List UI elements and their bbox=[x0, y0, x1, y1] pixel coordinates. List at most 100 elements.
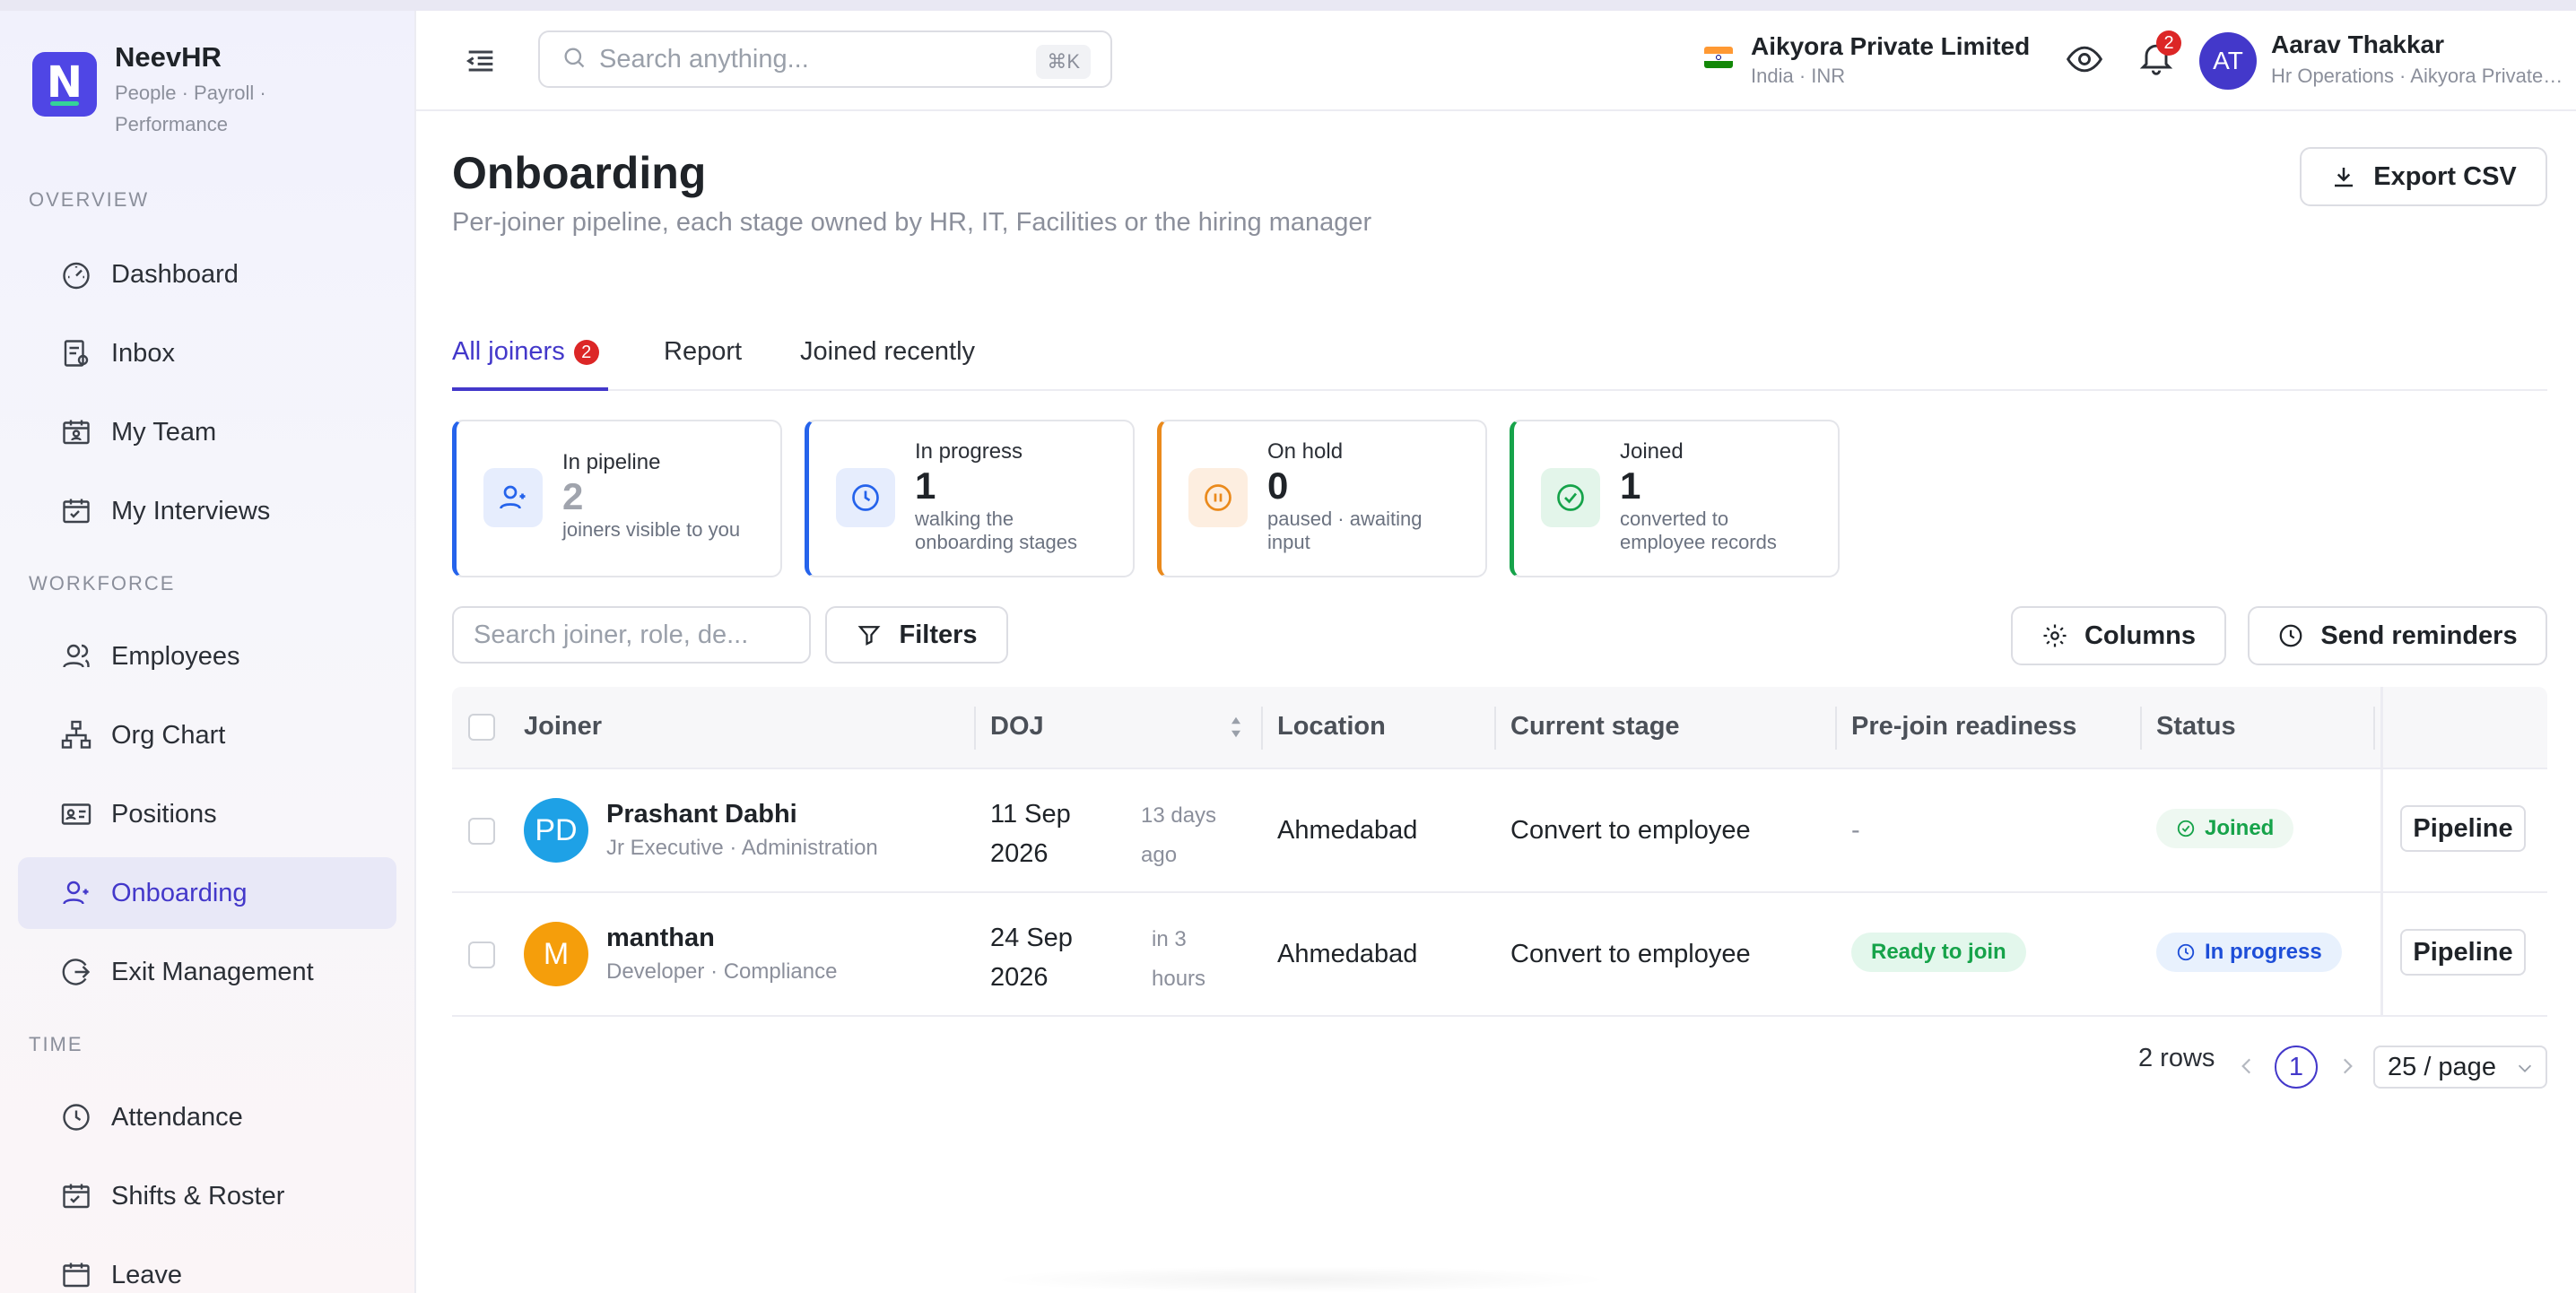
sidebar-item-leave[interactable]: Leave bbox=[18, 1239, 396, 1293]
stat-value: 1 bbox=[1620, 464, 1641, 507]
stat-label: Joined bbox=[1620, 439, 1684, 464]
row-count: 2 rows bbox=[2138, 1044, 2215, 1072]
filters-button[interactable]: Filters bbox=[825, 606, 1008, 664]
column-header-joiner[interactable]: Joiner bbox=[524, 712, 602, 742]
gear-icon bbox=[2043, 624, 2067, 647]
stat-note: paused · awaiting input bbox=[1267, 508, 1423, 553]
page-number-current[interactable]: 1 bbox=[2275, 1046, 2318, 1089]
sidebar-item-label: My Team bbox=[111, 417, 217, 447]
clock-icon bbox=[2280, 624, 2302, 647]
download-icon bbox=[2335, 168, 2354, 187]
tab-joined-recently[interactable]: Joined recently bbox=[800, 337, 975, 367]
stat-card-joined[interactable]: Joined 1 converted to employee records bbox=[1510, 420, 1840, 577]
joiner-search-input[interactable]: Search joiner, role, de... bbox=[452, 606, 811, 664]
pre-join-readiness: - bbox=[1851, 816, 1860, 845]
brand[interactable]: N NeevHR People · Payroll · Performance bbox=[32, 41, 294, 140]
sidebar-item-inbox[interactable]: Inbox bbox=[18, 317, 396, 389]
date-of-joining: 24 Sep 2026 bbox=[990, 924, 1073, 992]
tab-label: All joiners bbox=[452, 337, 565, 366]
global-search-input[interactable]: Search anything... ⌘K bbox=[538, 30, 1112, 88]
page-size-select[interactable]: 25 / page bbox=[2373, 1046, 2547, 1089]
chevron-right-icon[interactable] bbox=[2336, 1054, 2359, 1078]
stat-card-in-progress[interactable]: In progress 1 walking the onboarding sta… bbox=[805, 420, 1135, 577]
tab-all-joiners[interactable]: All joiners 2 bbox=[452, 337, 599, 367]
stat-note: joiners visible to you bbox=[562, 518, 741, 541]
user-menu[interactable]: Aarav Thakkar Hr Operations · Aikyora Pr… bbox=[2271, 30, 2567, 88]
stat-card-in-pipeline[interactable]: In pipeline 2 joiners visible to you bbox=[452, 420, 782, 577]
section-label-workforce: WORKFORCE bbox=[29, 572, 176, 594]
location: Ahmedabad bbox=[1277, 816, 1418, 845]
readiness-label: Ready to join bbox=[1871, 940, 2006, 964]
brand-logo-icon: N bbox=[32, 52, 97, 117]
sticky-column-divider bbox=[2380, 687, 2383, 1017]
sidebar-item-label: Positions bbox=[111, 799, 217, 829]
sidebar-item-dashboard[interactable]: Dashboard bbox=[18, 239, 396, 310]
company-switcher[interactable]: Aikyora Private Limited India · INR bbox=[1704, 32, 2030, 88]
section-label-time: TIME bbox=[29, 1033, 83, 1055]
send-reminders-button[interactable]: Send reminders bbox=[2248, 606, 2547, 665]
clock-icon bbox=[836, 468, 895, 527]
column-divider bbox=[1494, 707, 1496, 750]
check-circle-icon bbox=[2177, 820, 2195, 837]
sidebar-item-attendance[interactable]: Attendance bbox=[18, 1081, 396, 1153]
columns-button[interactable]: Columns bbox=[2011, 606, 2226, 665]
page-subtitle: Per-joiner pipeline, each stage owned by… bbox=[452, 208, 1372, 237]
column-header-location[interactable]: Location bbox=[1277, 712, 1386, 742]
page-size-value: 25 / page bbox=[2388, 1052, 2496, 1081]
table-row[interactable]: PD Prashant Dabhi Jr Executive · Adminis… bbox=[452, 769, 2547, 893]
sidebar-item-positions[interactable]: Positions bbox=[18, 778, 396, 850]
sidebar-item-org-chart[interactable]: Org Chart bbox=[18, 699, 396, 771]
sort-icon[interactable] bbox=[1229, 714, 1243, 745]
status-label: In progress bbox=[2205, 940, 2322, 964]
column-header-pre-join-readiness[interactable]: Pre-join readiness bbox=[1851, 712, 2076, 742]
joiner-search-placeholder: Search joiner, role, de... bbox=[474, 620, 749, 649]
stat-value: 0 bbox=[1267, 464, 1289, 507]
sidebar-item-my-team[interactable]: My Team bbox=[18, 396, 396, 468]
column-header-current-stage[interactable]: Current stage bbox=[1510, 712, 1680, 742]
table-row[interactable]: M manthan Developer · Compliance 24 Sep … bbox=[452, 893, 2547, 1017]
status-badge: In progress bbox=[2156, 933, 2342, 972]
status-badge: Joined bbox=[2156, 809, 2294, 848]
table-header: Joiner DOJ Location Current stage Pre-jo… bbox=[452, 687, 2547, 769]
sidebar-item-exit-management[interactable]: Exit Management bbox=[18, 936, 396, 1008]
sidebar-item-label: My Interviews bbox=[111, 496, 271, 525]
sidebar-item-my-interviews[interactable]: My Interviews bbox=[18, 475, 396, 547]
current-stage: Convert to employee bbox=[1510, 816, 1751, 845]
status-label: Joined bbox=[2205, 816, 2275, 840]
sidebar-item-employees[interactable]: Employees bbox=[18, 620, 396, 692]
stat-card-on-hold[interactable]: On hold 0 paused · awaiting input bbox=[1157, 420, 1487, 577]
column-header-doj[interactable]: DOJ bbox=[990, 712, 1044, 742]
exit-icon bbox=[59, 955, 93, 989]
stat-label: On hold bbox=[1267, 439, 1344, 464]
sidebar-item-onboarding[interactable]: Onboarding bbox=[18, 857, 396, 929]
send-reminders-label: Send reminders bbox=[2320, 620, 2518, 650]
joiner-name[interactable]: manthan bbox=[606, 924, 715, 953]
stat-value: 2 bbox=[562, 475, 584, 517]
chevron-left-icon[interactable] bbox=[2235, 1054, 2258, 1078]
eye-icon[interactable] bbox=[2065, 39, 2104, 79]
sidebar-item-label: Shifts & Roster bbox=[111, 1181, 285, 1211]
sidebar-item-shifts-roster[interactable]: Shifts & Roster bbox=[18, 1160, 396, 1232]
export-csv-label: Export CSV bbox=[2373, 161, 2517, 191]
joiner-role: Developer · Compliance bbox=[606, 959, 838, 984]
row-checkbox[interactable] bbox=[468, 942, 495, 968]
select-all-checkbox[interactable] bbox=[468, 714, 495, 741]
user-plus-icon bbox=[483, 468, 543, 527]
joiner-name[interactable]: Prashant Dabhi bbox=[606, 800, 797, 829]
pipeline-button[interactable]: Pipeline bbox=[2400, 805, 2526, 852]
readiness-badge: Ready to join bbox=[1851, 933, 2026, 972]
export-csv-button[interactable]: Export CSV bbox=[2300, 147, 2547, 206]
search-shortcut: ⌘K bbox=[1036, 45, 1091, 79]
brand-logo-letter: N bbox=[46, 57, 83, 108]
sidebar-item-label: Dashboard bbox=[111, 259, 239, 289]
row-checkbox[interactable] bbox=[468, 818, 495, 845]
column-header-status[interactable]: Status bbox=[2156, 712, 2236, 742]
avatar[interactable]: AT bbox=[2199, 32, 2257, 90]
collapse-sidebar-icon[interactable] bbox=[463, 43, 499, 79]
tab-report[interactable]: Report bbox=[664, 337, 742, 367]
user-role: Hr Operations · Aikyora Private Limited bbox=[2271, 65, 2567, 87]
dashboard-icon bbox=[59, 257, 93, 291]
pipeline-button[interactable]: Pipeline bbox=[2400, 929, 2526, 976]
active-tab-indicator bbox=[452, 387, 608, 391]
brand-logo-accent bbox=[50, 101, 79, 106]
